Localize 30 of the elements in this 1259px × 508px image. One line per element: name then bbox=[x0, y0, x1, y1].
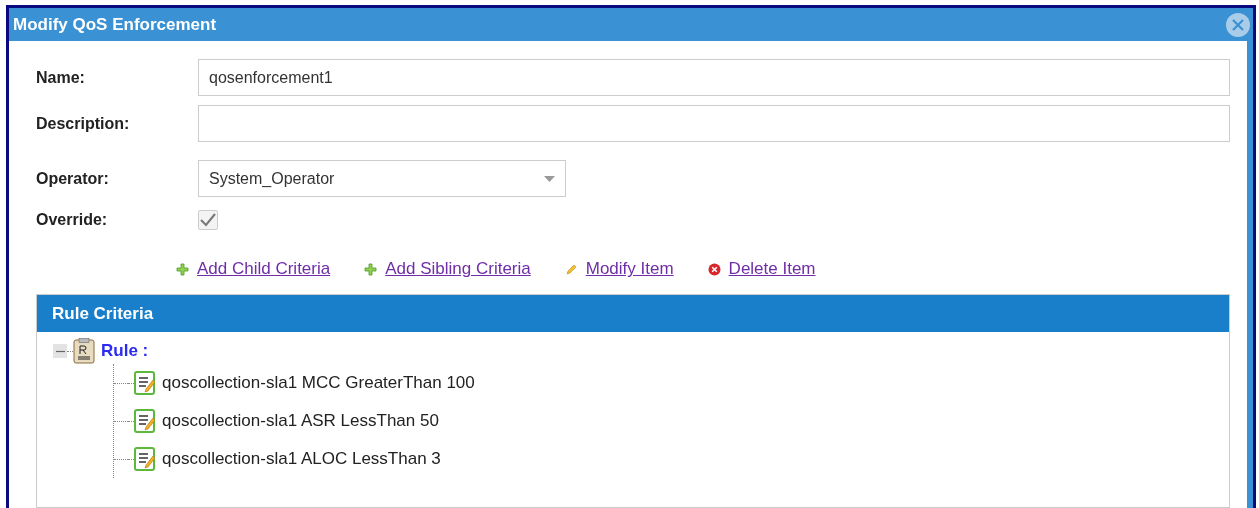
action-link[interactable]: Add Child Criteria bbox=[197, 256, 331, 282]
action-link[interactable]: Modify Item bbox=[585, 256, 674, 282]
action-link[interactable]: Add Sibling Criteria bbox=[385, 256, 531, 282]
field-label: Description: bbox=[36, 113, 131, 134]
collapse-toggle[interactable] bbox=[53, 344, 67, 358]
tree-item[interactable]: qoscollection-sla1 ALOC LessThan 3 bbox=[162, 446, 441, 472]
tree-item[interactable]: qoscollection-sla1 ASR LessThan 50 bbox=[162, 408, 439, 434]
action-link[interactable]: Delete Item bbox=[728, 256, 816, 282]
field-label: Name: bbox=[36, 67, 86, 88]
text-field[interactable] bbox=[198, 105, 1230, 142]
panel-title: Rule Criteria bbox=[52, 302, 154, 325]
text-field[interactable]: qosenforcement1 bbox=[198, 59, 1230, 96]
close-button[interactable] bbox=[1226, 12, 1250, 37]
field-label: Override: bbox=[36, 210, 109, 230]
document-edit-icon bbox=[134, 447, 156, 471]
clipboard-icon bbox=[73, 338, 95, 364]
plus-icon bbox=[364, 262, 378, 276]
close-icon bbox=[1232, 18, 1244, 31]
field-label: Operator: bbox=[36, 168, 110, 189]
pencil-icon bbox=[564, 262, 578, 276]
tree-root-label[interactable]: Rule : bbox=[101, 338, 149, 364]
window-title: Modify QoS Enforcement bbox=[13, 13, 217, 36]
tree-item[interactable]: qoscollection-sla1 MCC GreaterThan 100 bbox=[162, 370, 475, 396]
document-edit-icon bbox=[134, 371, 156, 395]
delete-icon bbox=[707, 262, 721, 276]
plus-icon bbox=[176, 262, 189, 276]
dropdown[interactable]: System_Operator bbox=[198, 160, 566, 197]
checkmark-icon bbox=[200, 213, 216, 227]
caret-icon bbox=[544, 175, 555, 182]
document-edit-icon bbox=[134, 409, 156, 433]
